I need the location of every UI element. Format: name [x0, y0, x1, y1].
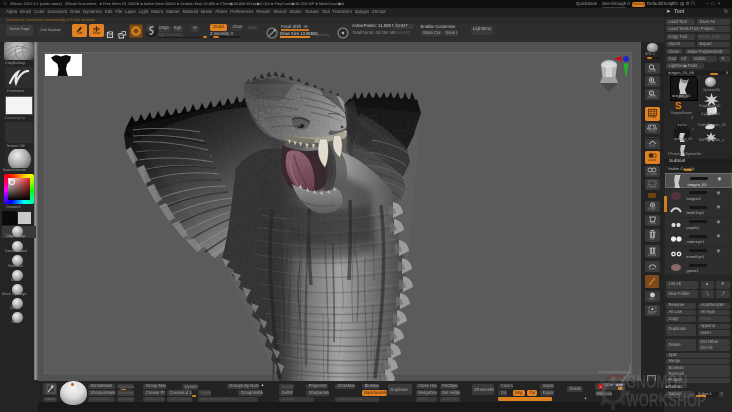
svg-text:1: 1 [650, 91, 652, 95]
